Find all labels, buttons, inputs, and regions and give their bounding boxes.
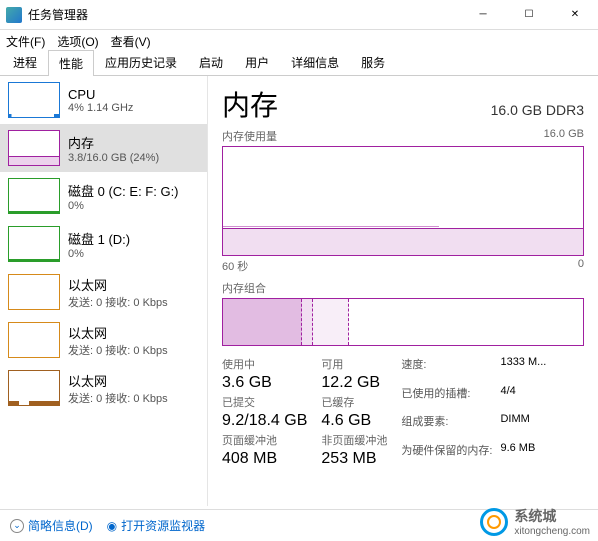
sidebar-item-eth0-4[interactable]: 以太网 发送: 0 接收: 0 Kbps <box>0 268 207 316</box>
window-controls: ─ ☐ ✕ <box>460 0 598 30</box>
menu-file[interactable]: 文件(F) <box>6 33 45 50</box>
available-value: 12.2 GB <box>321 374 387 392</box>
main-panel: 内存 16.0 GB DDR3 内存使用量 16.0 GB 60 秒 0 内存组… <box>208 76 598 506</box>
sidebar-item-name: 以太网 <box>68 371 199 390</box>
sidebar-item-stat: 发送: 0 接收: 0 Kbps <box>68 390 199 406</box>
form-label: 组成要素: <box>401 413 492 440</box>
thumb-disk-icon <box>8 178 60 214</box>
in-use-label: 使用中 <box>222 356 307 372</box>
menu-options[interactable]: 选项(O) <box>57 33 98 50</box>
cached-label: 已缓存 <box>321 394 387 410</box>
sidebar-item-name: 内存 <box>68 133 199 152</box>
watermark-logo-icon <box>480 508 508 536</box>
minimize-button[interactable]: ─ <box>460 0 506 30</box>
sidebar-item-name: 磁盘 1 (D:) <box>68 229 199 248</box>
nonpaged-label: 非页面缓冲池 <box>321 432 387 448</box>
tab-performance[interactable]: 性能 <box>48 50 94 76</box>
slots-value: 4/4 <box>500 385 546 412</box>
comp-free <box>349 299 583 345</box>
brief-info-toggle[interactable]: ⌄ 简略信息(D) <box>10 517 93 534</box>
composition-label: 内存组合 <box>222 280 584 296</box>
speed-value: 1333 M... <box>500 356 546 383</box>
comp-modified <box>302 299 313 345</box>
memory-details: 速度: 1333 M... 已使用的插槽: 4/4 组成要素: DIMM 为硬件保留的… <box>401 356 546 468</box>
memory-usage-chart <box>222 146 584 256</box>
sidebar-item-stat: 0% <box>68 248 199 260</box>
watermark-text: 系统城 <box>514 506 590 526</box>
thumb-mem-icon <box>8 130 60 166</box>
tab-processes[interactable]: 进程 <box>2 49 48 75</box>
available-label: 可用 <box>321 356 387 372</box>
nonpaged-value: 253 MB <box>321 450 387 468</box>
watermark-url: xitongcheng.com <box>514 526 590 537</box>
sidebar-item-stat: 0% <box>68 200 199 212</box>
close-button[interactable]: ✕ <box>552 0 598 30</box>
chart-fill <box>223 228 583 255</box>
tab-startup[interactable]: 启动 <box>188 49 234 75</box>
tab-app-history[interactable]: 应用历史记录 <box>94 49 188 75</box>
committed-value: 9.2/18.4 GB <box>222 412 307 430</box>
resmon-icon: ◉ <box>107 519 117 533</box>
comp-standby <box>313 299 349 345</box>
axis-left: 60 秒 <box>222 258 248 274</box>
slots-label: 已使用的插槽: <box>401 385 492 412</box>
thumb-eth2-icon <box>8 370 60 406</box>
sidebar-item-eth1-5[interactable]: 以太网 发送: 0 接收: 0 Kbps <box>0 316 207 364</box>
comp-in-use <box>223 299 302 345</box>
chart-label-right: 16.0 GB <box>544 128 584 144</box>
chart-label-left: 内存使用量 <box>222 128 277 144</box>
page-title: 内存 <box>222 84 278 124</box>
cached-value: 4.6 GB <box>321 412 387 430</box>
sidebar-item-eth2-6[interactable]: 以太网 发送: 0 接收: 0 Kbps <box>0 364 207 412</box>
speed-label: 速度: <box>401 356 492 383</box>
form-value: DIMM <box>500 413 546 440</box>
hwreserved-value: 9.6 MB <box>500 442 546 469</box>
tabbar: 进程 性能 应用历史记录 启动 用户 详细信息 服务 <box>0 52 598 76</box>
maximize-button[interactable]: ☐ <box>506 0 552 30</box>
committed-label: 已提交 <box>222 394 307 410</box>
thumb-eth1-icon <box>8 322 60 358</box>
watermark: 系统城 xitongcheng.com <box>480 506 590 537</box>
sidebar-item-name: 以太网 <box>68 323 199 342</box>
window-title: 任务管理器 <box>28 6 460 23</box>
titlebar: 任务管理器 ─ ☐ ✕ <box>0 0 598 30</box>
sidebar-item-stat: 发送: 0 接收: 0 Kbps <box>68 294 199 310</box>
thumb-cpu-icon <box>8 82 60 118</box>
memory-composition-chart <box>222 298 584 346</box>
sidebar-item-disk-3[interactable]: 磁盘 1 (D:) 0% <box>0 220 207 268</box>
sidebar-item-mem-1[interactable]: 内存 3.8/16.0 GB (24%) <box>0 124 207 172</box>
tab-services[interactable]: 服务 <box>350 49 396 75</box>
sidebar-item-disk-2[interactable]: 磁盘 0 (C: E: F: G:) 0% <box>0 172 207 220</box>
menu-view[interactable]: 查看(V) <box>111 33 151 50</box>
sidebar-item-stat: 3.8/16.0 GB (24%) <box>68 152 199 164</box>
sidebar-item-name: 以太网 <box>68 275 199 294</box>
axis-right: 0 <box>578 258 584 274</box>
tab-details[interactable]: 详细信息 <box>280 49 350 75</box>
thumb-eth0-icon <box>8 274 60 310</box>
memory-stats: 使用中 3.6 GB 已提交 9.2/18.4 GB 页面缓冲池 408 MB … <box>222 356 584 468</box>
app-icon <box>6 7 22 23</box>
sidebar: CPU 4% 1.14 GHz 内存 3.8/16.0 GB (24%) 磁盘 … <box>0 76 208 506</box>
thumb-disk-icon <box>8 226 60 262</box>
paged-label: 页面缓冲池 <box>222 432 307 448</box>
chevron-down-icon: ⌄ <box>10 519 24 533</box>
content: CPU 4% 1.14 GHz 内存 3.8/16.0 GB (24%) 磁盘 … <box>0 76 598 506</box>
tab-users[interactable]: 用户 <box>234 49 280 75</box>
memory-capacity: 16.0 GB DDR3 <box>491 102 584 118</box>
sidebar-item-stat: 4% 1.14 GHz <box>68 102 199 114</box>
in-use-value: 3.6 GB <box>222 374 307 392</box>
open-resource-monitor[interactable]: ◉ 打开资源监视器 <box>107 517 206 534</box>
sidebar-item-stat: 发送: 0 接收: 0 Kbps <box>68 342 199 358</box>
sidebar-item-name: CPU <box>68 87 199 102</box>
sidebar-item-cpu-0[interactable]: CPU 4% 1.14 GHz <box>0 76 207 124</box>
paged-value: 408 MB <box>222 450 307 468</box>
sidebar-item-name: 磁盘 0 (C: E: F: G:) <box>68 181 199 200</box>
hwreserved-label: 为硬件保留的内存: <box>401 442 492 469</box>
